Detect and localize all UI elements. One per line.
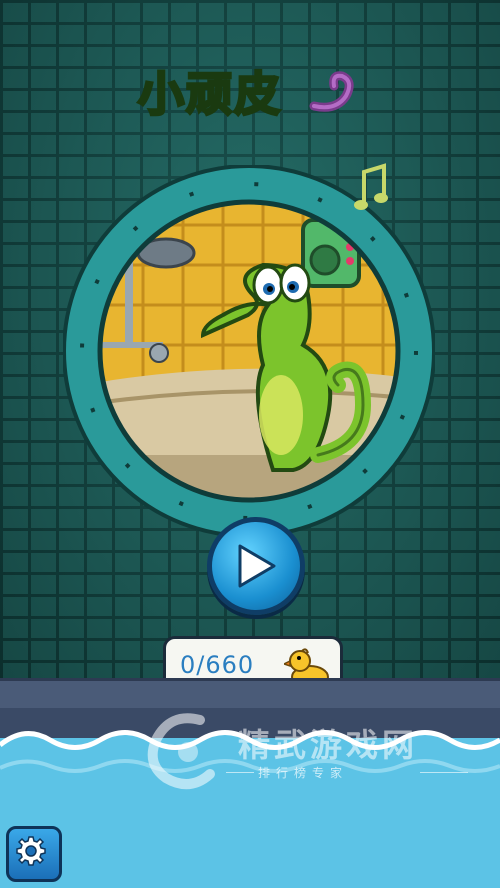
play-icon [238,544,276,588]
watermark-rule-right [420,772,468,773]
music-note-icon [354,163,388,210]
duck-counter-value: 0/660 [180,651,255,679]
level-porthole [63,165,435,537]
watermark-rule-left [226,772,254,773]
watermark-brand: 精武游戏网 [238,726,419,764]
game-title-logo: 小顽皮 [137,58,368,128]
tail-curl-icon [309,71,354,112]
watermark: 精武游戏网 排行榜专家 [140,712,480,792]
stone-ledge [0,678,500,711]
gear-icon [16,836,46,866]
game-title: 小顽皮 [137,66,282,123]
watermark-logo-icon [147,713,215,789]
settings-button[interactable] [6,826,62,882]
watermark-tagline: 排行榜专家 [258,766,349,780]
play-button[interactable] [207,517,305,615]
